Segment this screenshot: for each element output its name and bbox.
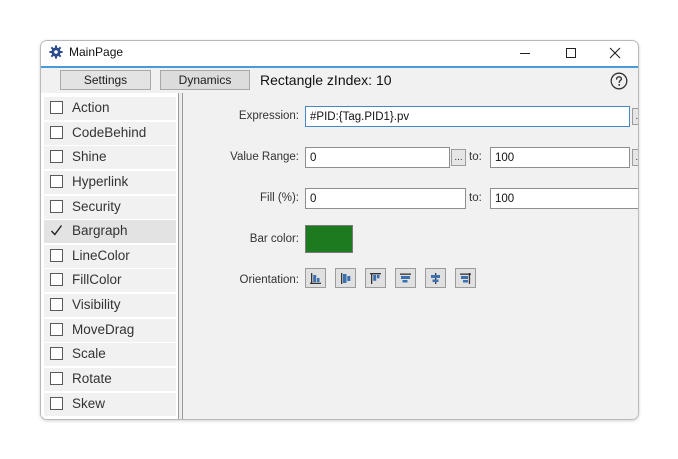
- window-title: MainPage: [69, 45, 124, 59]
- align-center-top-icon: [431, 272, 440, 284]
- list-item-security[interactable]: Security: [44, 196, 176, 219]
- expression-label: Expression:: [238, 110, 299, 122]
- list-item-label: Action: [72, 100, 110, 115]
- list-item-bargraph[interactable]: Bargraph: [44, 220, 176, 243]
- align-top-right-icon: [460, 272, 471, 284]
- list-item-hyperlink[interactable]: Hyperlink: [44, 171, 176, 194]
- checkbox[interactable]: [50, 397, 63, 410]
- checkbox[interactable]: [50, 101, 63, 114]
- list-item-linecolor[interactable]: LineColor: [44, 245, 176, 268]
- align-bottom-left-icon: [310, 272, 321, 284]
- expression-input[interactable]: [305, 106, 630, 127]
- minimize-button[interactable]: [502, 41, 548, 64]
- checkbox[interactable]: [50, 273, 63, 286]
- main-window: MainPage Settings Dynamics Rectangle zIn…: [40, 40, 639, 420]
- checkbox[interactable]: [50, 323, 63, 336]
- list-item-label: Hyperlink: [72, 174, 129, 189]
- checkbox[interactable]: [50, 249, 63, 262]
- value-range-to-label: to:: [469, 151, 482, 163]
- list-item-label: LineColor: [72, 248, 130, 263]
- list-item-label: MoveDrag: [72, 322, 135, 337]
- close-icon: [609, 47, 621, 58]
- list-item-label: CodeBehind: [72, 125, 147, 140]
- checkbox[interactable]: [50, 372, 63, 385]
- list-item-visibility[interactable]: Visibility: [44, 294, 176, 317]
- list-item-movedrag[interactable]: MoveDrag: [44, 319, 176, 342]
- list-item-label: Visibility: [72, 297, 121, 312]
- list-item-label: Bargraph: [72, 223, 128, 238]
- align-center-left-icon: [341, 272, 351, 284]
- gear-icon: [49, 45, 63, 59]
- list-item-skew[interactable]: Skew: [44, 393, 176, 416]
- orientation-center-top-button[interactable]: [425, 268, 446, 288]
- maximize-button[interactable]: [548, 41, 594, 64]
- list-item-scale[interactable]: Scale: [44, 343, 176, 366]
- dynamics-list: Action CodeBehind Shine Hyperlink Securi…: [41, 93, 178, 419]
- bar-color-label: Bar color:: [249, 233, 299, 245]
- list-item-label: Scale: [72, 346, 106, 361]
- checkbox[interactable]: [50, 126, 63, 139]
- checkbox[interactable]: [50, 298, 63, 311]
- orientation-top-left-button[interactable]: [365, 268, 386, 288]
- check-icon: [50, 225, 63, 236]
- title-bar[interactable]: MainPage: [41, 41, 638, 64]
- expression-browse-button[interactable]: ...: [632, 108, 638, 125]
- tab-dynamics[interactable]: Dynamics: [160, 70, 250, 90]
- orientation-label: Orientation:: [239, 274, 299, 286]
- list-item-action[interactable]: Action: [44, 97, 176, 120]
- value-range-label: Value Range:: [230, 151, 299, 163]
- fill-label: Fill (%):: [260, 192, 299, 204]
- tab-settings[interactable]: Settings: [60, 70, 151, 90]
- value-range-to-input[interactable]: [490, 147, 630, 168]
- fill-to-input[interactable]: [490, 188, 638, 209]
- checkbox[interactable]: [50, 200, 63, 213]
- list-item-shine[interactable]: Shine: [44, 146, 176, 169]
- object-title: Rectangle zIndex: 10: [260, 72, 392, 88]
- align-top-left-icon: [370, 272, 381, 284]
- orientation-top-right-button[interactable]: [455, 268, 476, 288]
- value-range-from-browse-button[interactable]: ...: [451, 149, 466, 166]
- toolbar: Settings Dynamics Rectangle zIndex: 10: [41, 68, 638, 93]
- list-item-label: Shine: [72, 149, 107, 164]
- list-item-codebehind[interactable]: CodeBehind: [44, 122, 176, 145]
- checkbox-checked[interactable]: [50, 224, 63, 237]
- fill-to-label: to:: [469, 192, 482, 204]
- list-item-rotate[interactable]: Rotate: [44, 368, 176, 391]
- bargraph-settings-panel: Expression: ... Value Range: ... to: ...…: [183, 93, 638, 419]
- bar-color-picker[interactable]: [305, 225, 353, 253]
- value-range-to-browse-button[interactable]: ...: [632, 149, 638, 166]
- help-icon[interactable]: [610, 72, 628, 90]
- list-item-label: Security: [72, 199, 121, 214]
- list-item-fillcolor[interactable]: FillColor: [44, 269, 176, 292]
- align-top-icon: [400, 273, 411, 282]
- orientation-top-button[interactable]: [395, 268, 416, 288]
- orientation-center-left-button[interactable]: [335, 268, 356, 288]
- list-item-label: FillColor: [72, 272, 122, 287]
- fill-from-input[interactable]: [305, 188, 466, 209]
- maximize-icon: [566, 47, 576, 58]
- checkbox[interactable]: [50, 175, 63, 188]
- value-range-from-input[interactable]: [305, 147, 450, 168]
- minimize-icon: [520, 52, 530, 54]
- list-item-label: Rotate: [72, 371, 112, 386]
- checkbox[interactable]: [50, 150, 63, 163]
- checkbox[interactable]: [50, 347, 63, 360]
- close-button[interactable]: [592, 41, 638, 64]
- list-item-label: Skew: [72, 396, 106, 411]
- orientation-bottom-left-button[interactable]: [305, 268, 326, 288]
